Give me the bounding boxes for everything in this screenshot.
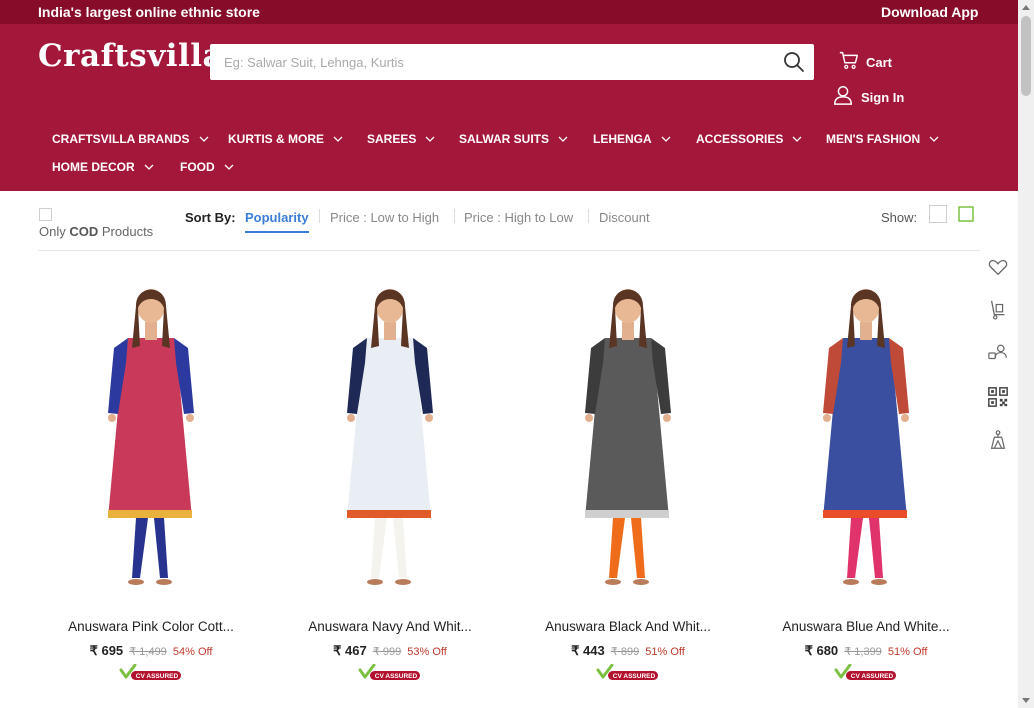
product-mrp: ₹ 1,499 (129, 646, 167, 658)
product-price: ₹ 680 (804, 643, 839, 658)
grid-small-view-icon[interactable] (957, 205, 975, 223)
cv-assured-badge: CV ASSURED (119, 664, 181, 680)
cv-assured-label: CV ASSURED (851, 673, 894, 680)
site-header: Craftsvilla Cart Sign In CRAFTSVILLA BRA… (0, 24, 1018, 191)
product-price-row: ₹ 443 ₹ 899 51% Off (513, 643, 743, 659)
nav-lehenga[interactable]: LEHENGA (593, 132, 671, 146)
product-discount: 51% Off (887, 646, 928, 658)
chevron-down-icon (792, 136, 802, 142)
product-image (347, 289, 433, 585)
product-name: Anuswara Navy And Whit... (308, 619, 472, 634)
product-name: Anuswara Blue And White... (782, 619, 950, 634)
qr-code-icon[interactable] (987, 386, 1009, 408)
product-price: ₹ 443 (571, 643, 605, 658)
scroll-down-arrow[interactable] (1022, 698, 1030, 703)
user-icon (834, 86, 852, 105)
sort-price-high-low[interactable]: Price : High to Low (464, 210, 573, 225)
cv-assured-label: CV ASSURED (613, 673, 656, 680)
chevron-down-icon (425, 136, 435, 142)
product-image (108, 289, 194, 585)
grid-large-view-icon[interactable] (929, 205, 947, 223)
download-app-link[interactable]: Download App (881, 4, 978, 20)
product-mrp: ₹ 999 (372, 646, 402, 658)
chat-support-icon[interactable] (987, 342, 1009, 364)
search-bar (210, 44, 814, 80)
cart-button[interactable]: Cart (838, 49, 892, 71)
chevron-down-icon (144, 164, 154, 170)
product-card[interactable]: Anuswara Navy And Whit... ₹ 467 ₹ 999 53… (275, 278, 505, 698)
chevron-down-icon (661, 136, 671, 142)
product-card[interactable]: Anuswara Black And Whit... ₹ 443 ₹ 899 5… (513, 278, 743, 698)
page-scrollbar[interactable] (1018, 0, 1034, 708)
cod-only-checkbox[interactable] (39, 208, 52, 221)
divider (454, 209, 455, 223)
divider (588, 209, 589, 223)
chevron-down-icon (558, 136, 568, 142)
product-mrp: ₹ 1,399 (844, 646, 882, 658)
hanger-dress-icon[interactable] (987, 429, 1009, 451)
chevron-down-icon (199, 136, 209, 142)
side-toolbar (980, 250, 1018, 450)
nav-mens-fashion[interactable]: MEN'S FASHION (826, 132, 939, 146)
product-name: Anuswara Pink Color Cott... (68, 619, 234, 634)
search-input[interactable] (210, 44, 770, 80)
store-tagline: India's largest online ethnic store (38, 4, 260, 20)
divider (319, 209, 320, 223)
filter-bar: Only COD Products Sort By: Popularity Pr… (38, 191, 980, 251)
top-strip: India's largest online ethnic store Down… (0, 0, 1018, 24)
cv-assured-label: CV ASSURED (136, 673, 179, 680)
sort-discount[interactable]: Discount (599, 210, 650, 225)
nav-craftsvilla-brands[interactable]: CRAFTSVILLA BRANDS (52, 132, 209, 146)
sort-by-label: Sort By: (185, 210, 236, 225)
chevron-down-icon (333, 136, 343, 142)
craftsvilla-logo[interactable]: Craftsvilla (38, 38, 223, 74)
nav-kurtis-more[interactable]: KURTIS & MORE (228, 132, 343, 146)
product-price: ₹ 695 (89, 643, 124, 658)
product-discount: 51% Off (645, 646, 685, 658)
search-icon[interactable] (782, 50, 806, 74)
cart-icon (839, 51, 858, 69)
nav-accessories[interactable]: ACCESSORIES (696, 132, 802, 146)
chevron-down-icon (224, 164, 234, 170)
sign-in-label: Sign In (861, 89, 905, 105)
sign-in-button[interactable]: Sign In (832, 84, 904, 106)
nav-salwar-suits[interactable]: SALWAR SUITS (459, 132, 568, 146)
show-label: Show: (881, 210, 918, 225)
cod-only-label: Only COD Products (39, 224, 154, 239)
nav-sarees[interactable]: SAREES (367, 132, 435, 146)
cv-assured-label: CV ASSURED (375, 673, 418, 680)
cv-assured-badge: CV ASSURED (596, 664, 658, 680)
chevron-down-icon (929, 136, 939, 142)
nav-food[interactable]: FOOD (180, 160, 234, 174)
scroll-up-arrow[interactable] (1022, 5, 1030, 10)
delivery-trolley-icon[interactable] (987, 299, 1009, 321)
cv-assured-badge: CV ASSURED (358, 664, 420, 680)
product-price: ₹ 467 (333, 643, 367, 658)
product-name: Anuswara Black And Whit... (545, 619, 711, 634)
product-price-row: ₹ 695 ₹ 1,499 54% Off (36, 643, 266, 659)
product-price-row: ₹ 467 ₹ 999 53% Off (275, 643, 505, 659)
product-card[interactable]: Anuswara Blue And White... ₹ 680 ₹ 1,399… (751, 278, 981, 698)
nav-home-decor[interactable]: HOME DECOR (52, 160, 154, 174)
cart-label: Cart (866, 54, 893, 70)
product-image (585, 289, 671, 585)
wishlist-heart-icon[interactable] (987, 256, 1009, 278)
scroll-thumb[interactable] (1021, 16, 1031, 96)
product-discount: 54% Off (172, 646, 213, 658)
sort-popularity[interactable]: Popularity (245, 210, 309, 233)
cv-assured-badge: CV ASSURED (834, 664, 896, 680)
product-image (823, 289, 909, 585)
product-card[interactable]: Anuswara Pink Color Cott... ₹ 695 ₹ 1,49… (36, 278, 266, 698)
product-discount: 53% Off (407, 646, 447, 658)
product-mrp: ₹ 899 (610, 646, 640, 658)
product-price-row: ₹ 680 ₹ 1,399 51% Off (751, 643, 981, 659)
sort-price-low-high[interactable]: Price : Low to High (330, 210, 439, 225)
